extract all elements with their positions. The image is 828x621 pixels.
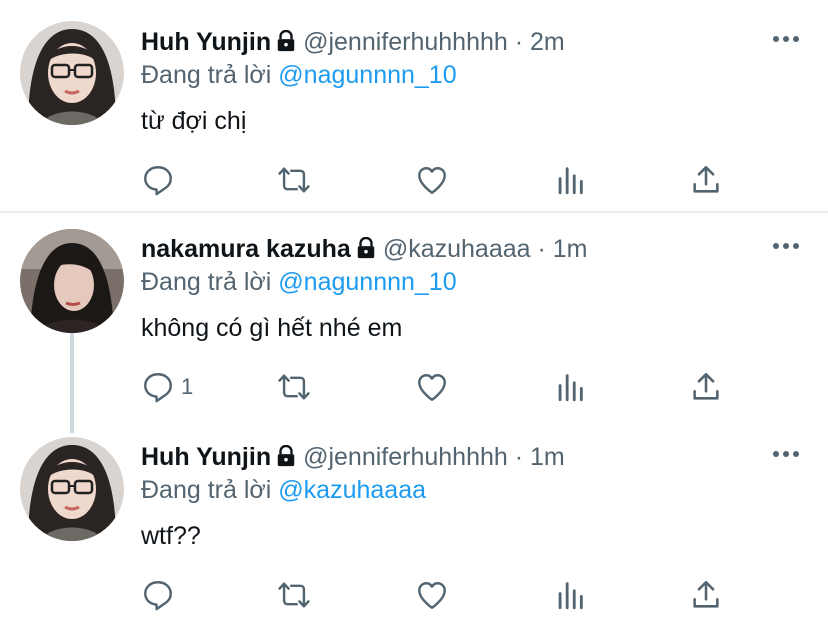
like-button[interactable] bbox=[415, 162, 449, 198]
share-button[interactable] bbox=[689, 577, 723, 613]
reply-icon bbox=[144, 581, 172, 611]
avatar[interactable] bbox=[20, 229, 124, 333]
separator-dot: · bbox=[514, 28, 524, 56]
reply-icon bbox=[144, 166, 172, 196]
tweet-actions bbox=[141, 577, 741, 613]
user-handle[interactable]: @jenniferhuhhhhh bbox=[303, 443, 508, 471]
like-icon bbox=[418, 374, 446, 401]
tweet-text: wtf?? bbox=[141, 522, 201, 550]
replying-to-label: Đang trả lời bbox=[141, 268, 272, 296]
separator-dot: · bbox=[537, 235, 546, 263]
tweet-text: từ đợi chị bbox=[141, 107, 247, 135]
share-button[interactable] bbox=[689, 162, 723, 198]
reply-count: 1 bbox=[181, 374, 194, 399]
retweet-icon bbox=[278, 582, 310, 608]
more-icon[interactable] bbox=[772, 241, 800, 251]
like-icon bbox=[418, 582, 446, 609]
lock-icon bbox=[277, 30, 295, 52]
separator-dot: · bbox=[514, 443, 524, 471]
retweet-button[interactable] bbox=[277, 577, 311, 613]
mention-link[interactable]: @nagunnnn_10 bbox=[278, 268, 456, 296]
retweet-icon bbox=[278, 167, 310, 193]
tweet-header: Huh Yunjin @jenniferhuhhhhh · 2m bbox=[141, 27, 565, 57]
share-icon bbox=[693, 372, 719, 400]
tweet-header: nakamura kazuha @kazuhaaaa · 1m bbox=[141, 234, 588, 264]
mention-link[interactable]: @nagunnnn_10 bbox=[278, 61, 456, 89]
tweet-divider bbox=[0, 211, 828, 213]
retweet-icon bbox=[278, 374, 310, 400]
user-handle[interactable]: @jenniferhuhhhhh bbox=[303, 28, 508, 56]
more-icon[interactable] bbox=[772, 449, 800, 459]
reply-button[interactable]: 1 bbox=[141, 369, 193, 405]
share-icon bbox=[693, 165, 719, 193]
analytics-button[interactable] bbox=[553, 577, 587, 613]
display-name[interactable]: Huh Yunjin bbox=[141, 28, 271, 56]
thread-connector-line bbox=[70, 333, 74, 433]
replying-to-label: Đang trả lời bbox=[141, 61, 272, 89]
retweet-button[interactable] bbox=[277, 162, 311, 198]
replying-to: Đang trả lời @nagunnnn_10 bbox=[141, 60, 457, 90]
display-name[interactable]: Huh Yunjin bbox=[141, 443, 271, 471]
replying-to: Đang trả lời @kazuhaaaa bbox=[141, 475, 426, 505]
user-handle[interactable]: @kazuhaaaa bbox=[383, 235, 531, 263]
timestamp[interactable]: 1m bbox=[553, 235, 588, 263]
tweet-header: Huh Yunjin @jenniferhuhhhhh · 1m bbox=[141, 442, 565, 472]
tweet-actions bbox=[141, 162, 741, 198]
analytics-icon bbox=[558, 582, 583, 610]
avatar[interactable] bbox=[20, 437, 124, 541]
like-button[interactable] bbox=[415, 577, 449, 613]
share-button[interactable] bbox=[689, 369, 723, 405]
share-icon bbox=[693, 580, 719, 608]
reply-icon bbox=[144, 373, 172, 403]
replying-to: Đang trả lời @nagunnnn_10 bbox=[141, 267, 457, 297]
tweet-text: không có gì hết nhé em bbox=[141, 314, 403, 342]
mention-link[interactable]: @kazuhaaaa bbox=[278, 476, 426, 504]
like-button[interactable] bbox=[415, 369, 449, 405]
tweet-actions: 1 bbox=[141, 369, 741, 405]
analytics-button[interactable] bbox=[553, 369, 587, 405]
timestamp[interactable]: 2m bbox=[530, 28, 565, 56]
avatar[interactable] bbox=[20, 21, 124, 125]
retweet-button[interactable] bbox=[277, 369, 311, 405]
analytics-icon bbox=[558, 374, 583, 402]
analytics-icon bbox=[558, 167, 583, 195]
replying-to-label: Đang trả lời bbox=[141, 476, 272, 504]
lock-icon bbox=[357, 237, 375, 259]
reply-button[interactable] bbox=[141, 162, 181, 198]
reply-button[interactable] bbox=[141, 577, 181, 613]
analytics-button[interactable] bbox=[553, 162, 587, 198]
like-icon bbox=[418, 167, 446, 194]
display-name[interactable]: nakamura kazuha bbox=[141, 235, 351, 263]
timestamp[interactable]: 1m bbox=[530, 443, 565, 471]
lock-icon bbox=[277, 445, 295, 467]
more-icon[interactable] bbox=[772, 34, 800, 44]
